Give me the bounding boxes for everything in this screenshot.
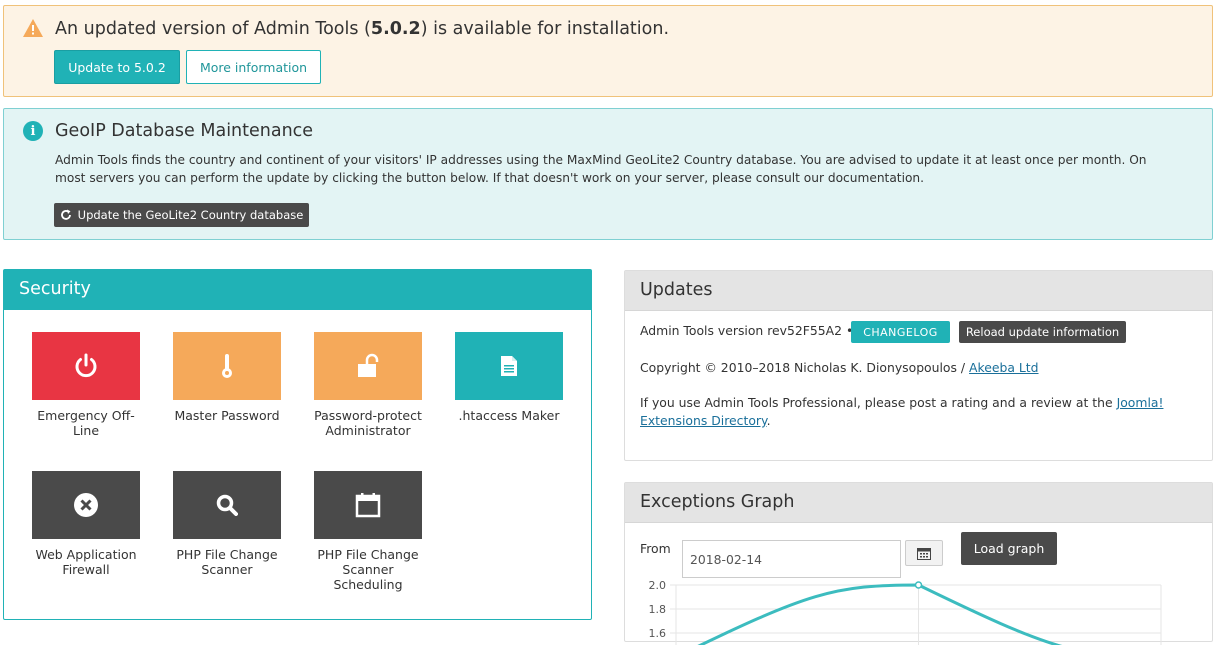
refresh-icon (60, 209, 71, 220)
update-alert: An updated version of Admin Tools (5.0.2… (3, 5, 1213, 97)
updates-panel-header: Updates (625, 271, 1212, 311)
update-geolite-label: Update the GeoLite2 Country database (77, 208, 304, 222)
warning-icon (23, 19, 43, 37)
info-icon: i (23, 121, 43, 141)
exceptions-chart: 2.0 1.8 1.6 (649, 579, 1162, 645)
exceptions-graph-title: Exceptions Graph (640, 492, 795, 512)
reload-update-info-button[interactable]: Reload update information (959, 321, 1126, 343)
y-tick-label: 1.6 (649, 627, 667, 640)
rating-end: . (766, 413, 771, 428)
tile-emergency-offline[interactable] (32, 332, 140, 400)
changelog-button[interactable]: CHANGELOG (851, 321, 950, 343)
y-tick-label: 2.0 (649, 579, 667, 592)
calendar-icon (355, 493, 381, 518)
tile-php-file-change-scanner[interactable] (173, 471, 281, 539)
tile-htaccess-maker[interactable] (455, 332, 563, 400)
rating-line-1: If you use Admin Tools Professional, ple… (640, 394, 1163, 412)
tile-php-scanner-scheduling[interactable] (314, 471, 422, 539)
unlock-icon (358, 353, 379, 377)
exceptions-graph-panel: Exceptions Graph From 2018-02-14 Load gr… (624, 482, 1213, 645)
copyright-text: Copyright © 2010–2018 Nicholas K. Dionys… (640, 360, 966, 375)
joomla-link[interactable]: Joomla! (1117, 395, 1164, 410)
power-icon (75, 353, 97, 378)
update-message-suffix: ) is available for installation. (420, 19, 670, 39)
more-information-button[interactable]: More information (186, 50, 321, 84)
extensions-directory-link[interactable]: Extensions Directory (640, 413, 767, 428)
security-panel-title: Security (19, 279, 91, 299)
tile-htaccess-maker-label: .htaccess Maker (458, 408, 560, 423)
calendar-icon (917, 547, 931, 560)
calendar-picker-button[interactable] (905, 540, 943, 566)
updates-panel: Updates Admin Tools version rev52F55A2 •… (624, 270, 1213, 461)
tile-password-protect-label: Password-protect Administrator (314, 408, 422, 438)
geoip-maintenance-box: i GeoIP Database Maintenance Admin Tools… (3, 108, 1213, 240)
update-version: 5.0.2 (370, 19, 421, 39)
search-icon (216, 494, 238, 516)
tile-web-application-firewall[interactable] (32, 471, 140, 539)
from-date-input[interactable]: 2018-02-14 (682, 540, 901, 578)
document-icon (501, 356, 517, 376)
tile-master-password-label: Master Password (174, 408, 280, 423)
tile-master-password[interactable] (173, 332, 281, 400)
geoip-title: GeoIP Database Maintenance (55, 121, 314, 141)
copyright-line: Copyright © 2010–2018 Nicholas K. Dionys… (640, 359, 1039, 377)
security-panel: Security Emergency Off-Line Master Passw… (3, 269, 592, 620)
rating-line-2: Extensions Directory. (640, 412, 771, 430)
load-graph-button[interactable]: Load graph (961, 532, 1057, 565)
update-geolite-button[interactable]: Update the GeoLite2 Country database (54, 203, 309, 227)
update-message: An updated version of Admin Tools (5.0.2… (55, 19, 669, 39)
tile-php-file-change-scanner-label: PHP File Change Scanner (176, 547, 278, 577)
update-message-prefix: An updated version of Admin Tools ( (55, 19, 371, 39)
close-circle-icon (74, 493, 98, 517)
tile-emergency-offline-label: Emergency Off-Line (37, 408, 135, 438)
thermometer-icon (222, 354, 232, 378)
data-point[interactable] (914, 581, 923, 589)
akeeba-link[interactable]: Akeeba Ltd (969, 360, 1038, 375)
rating-text: If you use Admin Tools Professional, ple… (640, 395, 1113, 410)
y-tick-label: 1.8 (649, 603, 667, 616)
tile-password-protect[interactable] (314, 332, 422, 400)
geoip-description: Admin Tools finds the country and contin… (55, 153, 1147, 185)
version-text: Admin Tools version rev52F55A2 • (640, 323, 854, 338)
updates-panel-title: Updates (640, 280, 713, 300)
exceptions-graph-header: Exceptions Graph (625, 483, 1212, 523)
from-label: From (640, 541, 671, 556)
tile-php-scanner-scheduling-label: PHP File Change Scanner Scheduling (317, 547, 419, 592)
tile-web-application-firewall-label: Web Application Firewall (35, 547, 137, 577)
security-panel-header: Security (4, 270, 591, 310)
update-button[interactable]: Update to 5.0.2 (54, 50, 180, 84)
